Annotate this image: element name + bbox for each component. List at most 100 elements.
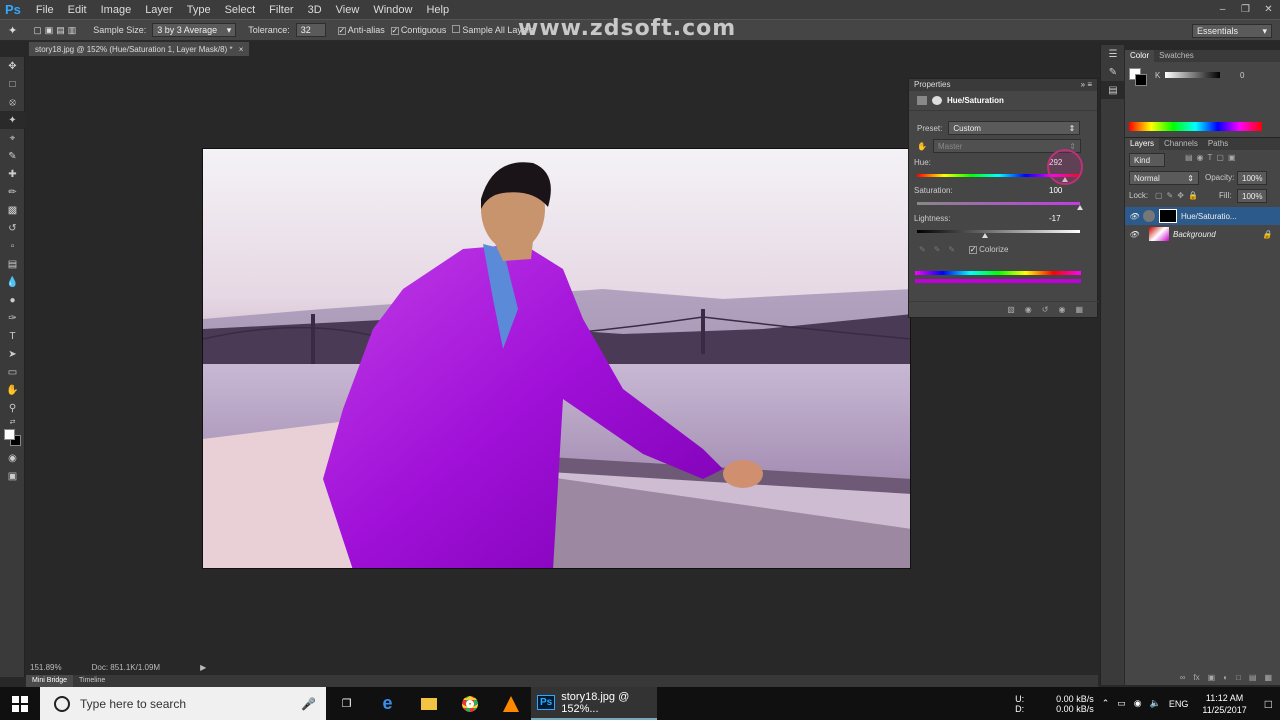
restore-icon[interactable]: ❐ bbox=[1234, 0, 1257, 19]
stamp-tool-icon[interactable]: ▩ bbox=[0, 201, 25, 219]
path-select-icon[interactable]: ➤ bbox=[0, 345, 25, 363]
lock-icons[interactable]: ▢✎✥🔒 bbox=[1155, 191, 1202, 200]
menu-window[interactable]: Window bbox=[366, 4, 419, 16]
photoshop-taskbar-item[interactable]: Ps story18.jpg @ 152%... bbox=[531, 687, 657, 720]
lightness-value[interactable]: -17 bbox=[1049, 214, 1061, 223]
saturation-slider-track[interactable] bbox=[917, 202, 1080, 205]
menu-3d[interactable]: 3D bbox=[301, 4, 329, 16]
fx-icon[interactable]: fx bbox=[1193, 673, 1199, 685]
reset-icon[interactable]: ↺ bbox=[1042, 305, 1049, 314]
task-view-icon[interactable]: ❐ bbox=[326, 687, 367, 720]
properties-icon[interactable]: ▤ bbox=[1101, 81, 1125, 99]
windows-start-icon[interactable] bbox=[0, 687, 40, 720]
gradient-tool-icon[interactable]: ▤ bbox=[0, 255, 25, 273]
chrome-icon[interactable] bbox=[449, 687, 490, 720]
contiguous-checkbox[interactable]: ✓ Contiguous bbox=[390, 25, 446, 35]
quick-mask-icon[interactable]: ◉ bbox=[0, 449, 25, 467]
marquee-tool-icon[interactable]: □ bbox=[0, 75, 25, 93]
shape-tool-icon[interactable]: ▭ bbox=[0, 363, 25, 381]
colorize-checkbox[interactable]: ✓ Colorize bbox=[969, 245, 1008, 254]
swap-colors-icon[interactable]: ⇄ bbox=[0, 417, 25, 427]
notifications-icon[interactable]: □ bbox=[1265, 697, 1272, 711]
color-swatches-icon[interactable] bbox=[0, 427, 25, 449]
edge-icon[interactable]: e bbox=[367, 687, 408, 720]
brush-presets-icon[interactable]: ✎ bbox=[1101, 63, 1125, 81]
menu-layer[interactable]: Layer bbox=[138, 4, 180, 16]
menu-image[interactable]: Image bbox=[94, 4, 139, 16]
lightness-slider-handle[interactable] bbox=[982, 233, 989, 238]
file-explorer-icon[interactable] bbox=[408, 687, 449, 720]
targeted-adjust-icon[interactable]: ✋ bbox=[917, 142, 927, 151]
volume-icon[interactable]: 🔈 bbox=[1150, 698, 1161, 709]
opacity-input[interactable]: 100% bbox=[1237, 171, 1267, 185]
microphone-icon[interactable]: 🎤 bbox=[301, 697, 316, 711]
healing-brush-icon[interactable]: ✚ bbox=[0, 165, 25, 183]
tab-swatches[interactable]: Swatches bbox=[1154, 50, 1199, 62]
saturation-slider-handle[interactable] bbox=[1077, 205, 1083, 210]
panel-menu-icon[interactable]: » ≡ bbox=[1081, 79, 1092, 91]
tab-layers[interactable]: Layers bbox=[1125, 138, 1160, 150]
k-slider[interactable] bbox=[1165, 72, 1220, 78]
screen-mode-icon[interactable]: ▣ bbox=[0, 467, 25, 485]
tolerance-input[interactable]: 32 bbox=[295, 23, 326, 37]
eyedropper-plus-icon[interactable]: ✎ bbox=[934, 245, 941, 254]
tab-mini-bridge[interactable]: Mini Bridge bbox=[26, 675, 74, 687]
vlc-icon[interactable] bbox=[490, 687, 531, 720]
new-adjustment-icon[interactable]: ◐ bbox=[1223, 673, 1228, 685]
k-value[interactable]: 0 bbox=[1240, 71, 1244, 80]
menu-view[interactable]: View bbox=[329, 4, 367, 16]
crop-tool-icon[interactable]: ⌖ bbox=[0, 129, 25, 147]
doc-info[interactable]: Doc: 851.1K/1.09M bbox=[92, 663, 160, 672]
workspace-dropdown[interactable]: Essentials ▾ bbox=[1192, 24, 1272, 38]
close-tab-icon[interactable]: × bbox=[239, 45, 244, 54]
play-arrow-icon[interactable]: ▶ bbox=[200, 663, 206, 672]
layer-row-background[interactable]: 👁 Background 🔒 bbox=[1125, 225, 1280, 243]
new-group-icon[interactable]: □ bbox=[1236, 673, 1241, 685]
type-tool-icon[interactable]: T bbox=[0, 327, 25, 345]
trash-icon[interactable]: ▦ bbox=[1075, 305, 1083, 314]
link-layers-icon[interactable]: ∞ bbox=[1180, 673, 1186, 685]
hand-tool-icon[interactable]: ✋ bbox=[0, 381, 25, 399]
magic-wand-icon[interactable]: ✦ bbox=[8, 24, 17, 37]
saturation-value[interactable]: 100 bbox=[1049, 186, 1062, 195]
layer-mask-thumb[interactable] bbox=[1159, 209, 1177, 223]
selection-mode-icons[interactable]: ▢▣▤▥ bbox=[33, 25, 79, 36]
background-color[interactable] bbox=[1135, 74, 1147, 86]
sample-size-dropdown[interactable]: 3 by 3 Average ▾ bbox=[152, 23, 237, 37]
visibility-icon[interactable]: ◉ bbox=[1058, 305, 1065, 314]
clip-to-layer-icon[interactable]: ▧ bbox=[1007, 305, 1015, 314]
history-brush-icon[interactable]: ↺ bbox=[0, 219, 25, 237]
zoom-level[interactable]: 151.89% bbox=[30, 663, 62, 672]
menu-select[interactable]: Select bbox=[218, 4, 263, 16]
menu-filter[interactable]: Filter bbox=[262, 4, 300, 16]
anti-alias-checkbox[interactable]: ✓ Anti-alias bbox=[337, 25, 385, 35]
eye-icon[interactable]: 👁 bbox=[1125, 212, 1143, 221]
preset-dropdown[interactable]: Custom ⇕ bbox=[948, 121, 1081, 135]
trash-icon[interactable]: ▦ bbox=[1264, 673, 1272, 685]
menu-file[interactable]: File bbox=[29, 4, 61, 16]
battery-icon[interactable]: ▭ bbox=[1117, 698, 1126, 709]
layer-filter-icons[interactable]: ▤◉T▢▣ bbox=[1185, 153, 1240, 162]
magic-wand-tool-icon[interactable]: ✦ bbox=[0, 111, 25, 129]
lightness-slider-track[interactable] bbox=[917, 230, 1080, 233]
fill-input[interactable]: 100% bbox=[1237, 189, 1267, 203]
color-spectrum-bar[interactable] bbox=[1129, 122, 1262, 131]
menu-edit[interactable]: Edit bbox=[61, 4, 94, 16]
eyedropper-icon[interactable]: ✎ bbox=[919, 245, 926, 254]
wifi-icon[interactable]: ◉ bbox=[1134, 698, 1142, 709]
blur-tool-icon[interactable]: 💧 bbox=[0, 273, 25, 291]
minimize-icon[interactable]: – bbox=[1211, 0, 1234, 19]
canvas-image[interactable] bbox=[202, 148, 911, 569]
dodge-tool-icon[interactable]: ● bbox=[0, 291, 25, 309]
brush-tool-icon[interactable]: ✏ bbox=[0, 183, 25, 201]
menu-type[interactable]: Type bbox=[180, 4, 218, 16]
new-layer-icon[interactable]: ▤ bbox=[1249, 673, 1257, 685]
clock[interactable]: 11:12 AM 11/25/2017 bbox=[1202, 692, 1246, 716]
move-tool-icon[interactable]: ✥ bbox=[0, 57, 25, 75]
tab-timeline[interactable]: Timeline bbox=[73, 675, 111, 687]
language-indicator[interactable]: ENG bbox=[1169, 699, 1189, 709]
pen-tool-icon[interactable]: ✑ bbox=[0, 309, 25, 327]
eyedropper-tool-icon[interactable]: ✎ bbox=[0, 147, 25, 165]
close-icon[interactable]: ✕ bbox=[1257, 0, 1280, 19]
eye-icon[interactable]: 👁 bbox=[1125, 230, 1143, 239]
